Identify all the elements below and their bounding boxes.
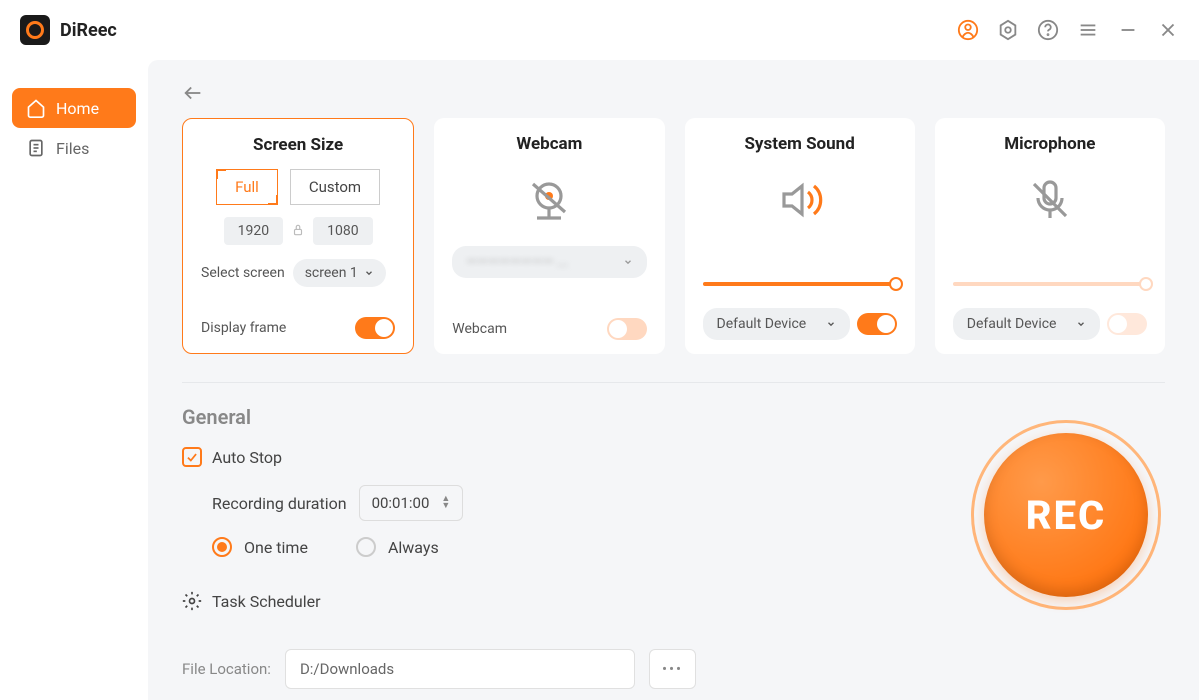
webcam-off-icon [525, 176, 573, 228]
system-device-select[interactable]: Default Device [703, 308, 851, 340]
size-custom-tab[interactable]: Custom [290, 169, 380, 205]
auto-stop-label: Auto Stop [212, 448, 282, 467]
always-radio[interactable] [356, 537, 376, 557]
display-frame-label: Display frame [201, 320, 286, 336]
app-logo: DiReec [20, 15, 117, 45]
sidebar-item-label: Files [56, 139, 89, 158]
lock-icon[interactable] [291, 222, 305, 241]
sidebar-item-home[interactable]: Home [12, 88, 136, 128]
speaker-icon [776, 176, 824, 228]
card-title: Webcam [516, 134, 582, 154]
mic-device-select[interactable]: Default Device [953, 308, 1101, 340]
system-sound-card: System Sound Default Device [685, 118, 915, 354]
webcam-device-select[interactable]: ———————— ... [452, 246, 646, 278]
file-location-input[interactable]: D:/Downloads [285, 649, 635, 689]
stepper-icon[interactable]: ▲▼ [441, 496, 450, 510]
close-icon[interactable] [1157, 19, 1179, 41]
record-label: REC [984, 433, 1148, 597]
one-time-label: One time [244, 538, 308, 557]
chevron-down-icon [364, 268, 374, 278]
task-scheduler-label: Task Scheduler [212, 592, 321, 611]
system-sound-toggle[interactable] [857, 313, 897, 335]
menu-icon[interactable] [1077, 19, 1099, 41]
home-icon [26, 98, 46, 118]
sidebar-item-files[interactable]: Files [12, 128, 136, 168]
app-name: DiReec [60, 20, 117, 41]
webcam-label: Webcam [452, 321, 507, 337]
files-icon [26, 138, 46, 158]
size-full-tab[interactable]: Full [216, 169, 278, 205]
display-frame-toggle[interactable] [355, 317, 395, 339]
check-icon [185, 450, 199, 464]
mic-volume-slider[interactable] [953, 282, 1147, 286]
card-title: System Sound [744, 134, 854, 154]
webcam-toggle[interactable] [607, 318, 647, 340]
chevron-down-icon [623, 257, 633, 267]
card-title: Screen Size [253, 135, 343, 155]
microphone-card: Microphone Default Device [935, 118, 1165, 354]
select-screen-label: Select screen [201, 265, 285, 281]
webcam-card: Webcam ———————— ... Webcam [434, 118, 664, 354]
help-icon[interactable] [1037, 19, 1059, 41]
card-title: Microphone [1004, 134, 1095, 154]
screen-size-card: Screen Size Full Custom 1920 1080 Select… [182, 118, 414, 354]
auto-stop-checkbox[interactable] [182, 447, 202, 467]
account-icon[interactable] [957, 19, 979, 41]
width-input[interactable]: 1920 [224, 217, 283, 245]
record-button[interactable]: REC [971, 420, 1161, 610]
general-section-title: General [182, 405, 1165, 429]
recording-duration-label: Recording duration [212, 494, 347, 513]
screen-select[interactable]: screen 1 [293, 259, 386, 287]
file-location-label: File Location: [182, 660, 271, 678]
back-button[interactable] [182, 82, 204, 108]
settings-icon[interactable] [997, 19, 1019, 41]
divider [182, 382, 1165, 383]
height-input[interactable]: 1080 [313, 217, 372, 245]
mic-toggle[interactable] [1107, 313, 1147, 335]
mic-off-icon [1026, 176, 1074, 228]
sidebar-item-label: Home [56, 99, 99, 118]
one-time-radio[interactable] [212, 537, 232, 557]
always-label: Always [388, 538, 439, 557]
gear-icon [182, 591, 202, 611]
system-volume-slider[interactable] [703, 282, 897, 286]
chevron-down-icon [826, 319, 836, 329]
minimize-icon[interactable] [1117, 19, 1139, 41]
duration-input[interactable]: 00:01:00 ▲▼ [359, 485, 464, 521]
chevron-down-icon [1076, 319, 1086, 329]
browse-button[interactable]: ••• [649, 649, 696, 689]
